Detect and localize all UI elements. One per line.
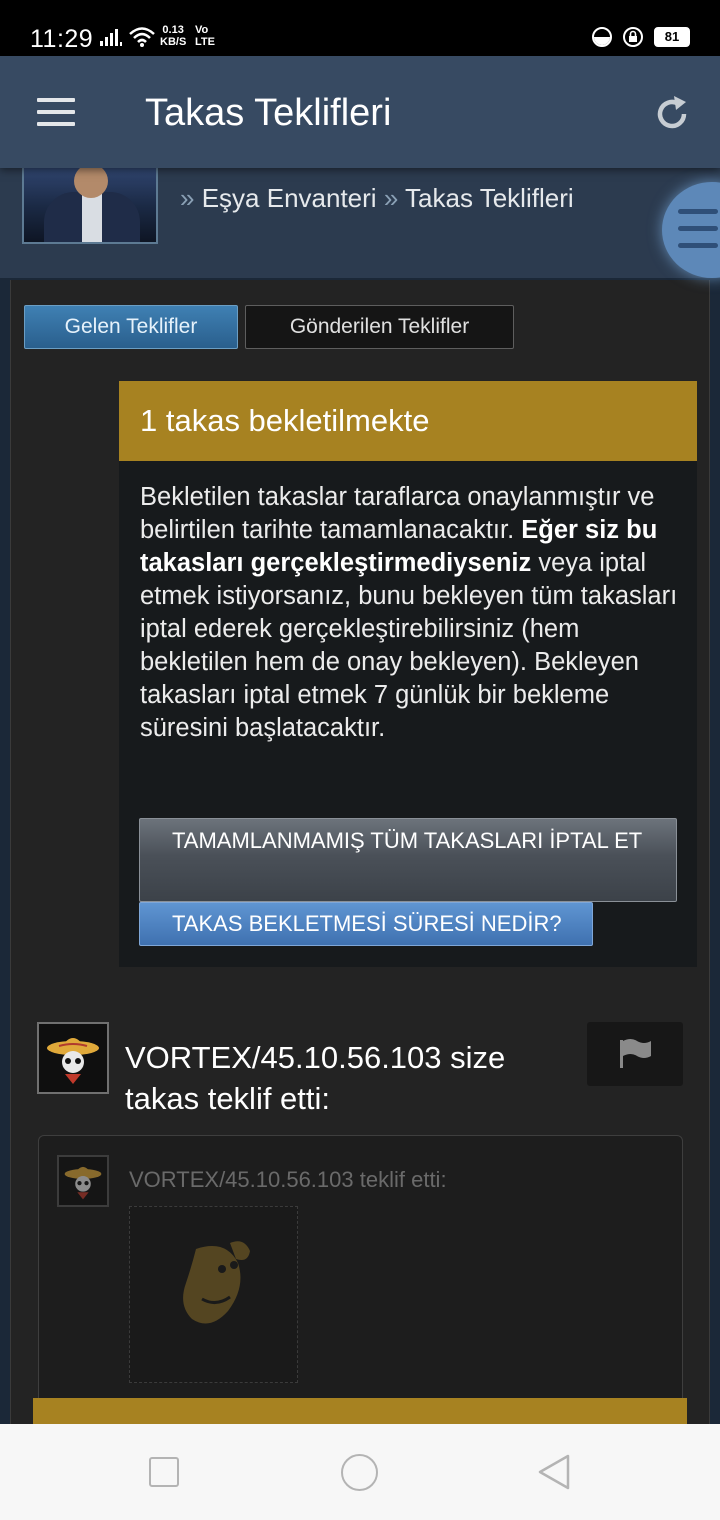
trader-avatar[interactable]	[37, 1022, 109, 1094]
tab-incoming-offers[interactable]: Gelen Teklifler	[24, 305, 238, 349]
trade-hold-info-button[interactable]: TAKAS BEKLETMESİ SÜRESİ NEDİR?	[139, 902, 593, 946]
network-speed-unit: KB/S	[160, 36, 187, 48]
skull-sombrero-icon	[64, 1166, 102, 1200]
breadcrumb-inventory[interactable]: Eşya Envanteri	[202, 183, 377, 213]
refresh-icon[interactable]	[652, 94, 692, 134]
recent-apps-icon[interactable]	[149, 1457, 179, 1487]
breadcrumb-separator: »	[383, 183, 399, 213]
network-speed-value: 0.13	[162, 24, 184, 36]
offer-avatar	[57, 1155, 109, 1207]
tab-sent-offers[interactable]: Gönderilen Teklifler	[245, 305, 514, 349]
wifi-icon	[129, 27, 155, 47]
hamburger-icon[interactable]	[37, 98, 75, 126]
app-header: Takas Teklifleri	[0, 56, 720, 168]
volte-indicator: Vo LTE	[195, 24, 215, 48]
screen: 11:29 0.13 KB/S Vo LTE 81 Takas Teklifle…	[0, 0, 720, 1520]
notice-text: Bekletilen takaslar taraflarca onaylanmı…	[140, 481, 680, 745]
trade-title: VORTEX/45.10.56.103 size takas teklif et…	[125, 1040, 506, 1116]
item-graffiti-icon	[183, 1241, 250, 1324]
flag-icon	[620, 1039, 651, 1068]
volte-top: Vo	[195, 24, 209, 36]
data-saver-icon	[592, 27, 612, 47]
status-right: 81	[592, 26, 690, 48]
breadcrumb: » Eşya Envanteri » Takas Teklifleri	[180, 183, 574, 214]
breadcrumb-trade-offers[interactable]: Takas Teklifleri	[405, 183, 574, 213]
status-time: 11:29	[30, 25, 94, 53]
battery-indicator: 81	[654, 27, 690, 47]
home-icon[interactable]	[341, 1454, 378, 1491]
rotation-lock-icon	[623, 27, 643, 47]
status-bar: 11:29 0.13 KB/S Vo LTE 81	[0, 0, 720, 56]
report-flag-button[interactable]	[587, 1022, 683, 1086]
breadcrumb-separator: »	[180, 183, 195, 213]
signal-icon	[100, 29, 122, 46]
skull-sombrero-icon	[47, 1038, 99, 1084]
network-speed: 0.13 KB/S	[160, 24, 186, 48]
cancel-all-trades-button[interactable]: TAMAMLANMAMIŞ TÜM TAKASLARI İPTAL ET	[139, 818, 677, 902]
offer-label: VORTEX/45.10.56.103 teklif etti:	[129, 1167, 447, 1192]
notice-text-part2: veya iptal etmek istiyorsanız, bunu bekl…	[140, 549, 678, 742]
page-title: Takas Teklifleri	[145, 92, 392, 134]
volte-bottom: LTE	[195, 36, 215, 48]
trade-item-slot[interactable]	[129, 1206, 298, 1383]
back-icon[interactable]	[536, 1452, 572, 1492]
notice-title: 1 takas bekletilmekte	[119, 381, 697, 461]
